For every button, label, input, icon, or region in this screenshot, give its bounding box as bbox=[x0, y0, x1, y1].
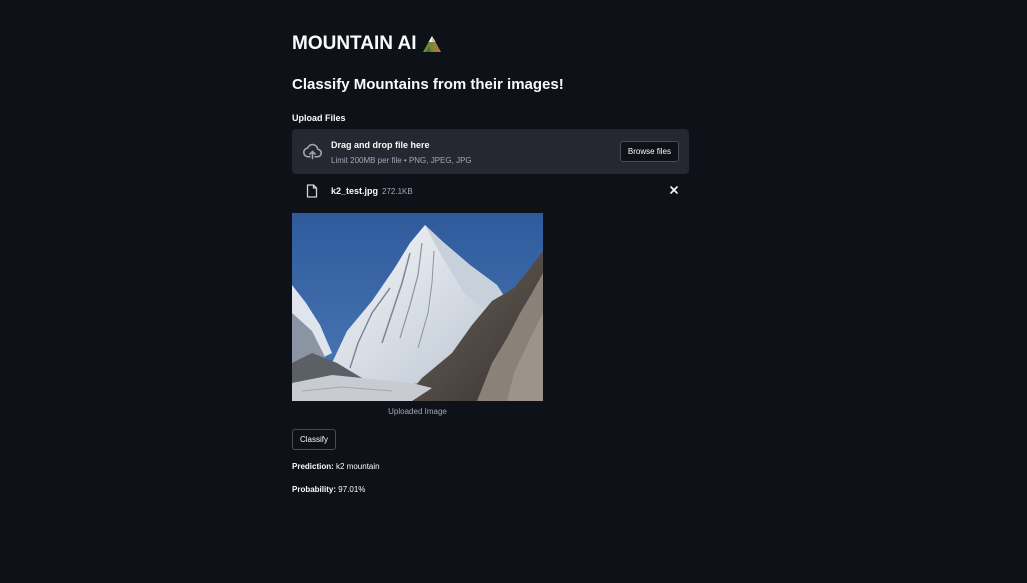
file-size: 272.1KB bbox=[382, 187, 413, 196]
classify-button[interactable]: Classify bbox=[292, 429, 337, 450]
page-title: MOUNTAIN AI bbox=[292, 33, 442, 55]
file-name: k2_test.jpg bbox=[331, 186, 379, 196]
close-icon bbox=[670, 186, 678, 194]
browse-files-button[interactable]: Browse files bbox=[619, 141, 679, 162]
file-icon bbox=[306, 184, 318, 198]
dropzone-title: Drag and drop file here bbox=[331, 140, 430, 150]
uploaded-image-figure bbox=[292, 213, 543, 401]
image-caption: Uploaded Image bbox=[388, 407, 447, 416]
page-title-text: MOUNTAIN AI bbox=[292, 33, 417, 54]
file-dropzone[interactable]: Drag and drop file here Limit 200MB per … bbox=[292, 129, 689, 174]
prediction-result: Prediction: k2 mountain bbox=[292, 461, 380, 472]
mountain-emoji-icon bbox=[422, 35, 442, 53]
prediction-label: Prediction: bbox=[292, 462, 334, 471]
dropzone-limit-text: Limit 200MB per file • PNG, JPEG, JPG bbox=[331, 156, 472, 165]
cloud-upload-icon bbox=[302, 141, 323, 162]
file-name-line: k2_test.jpg 272.1KB bbox=[331, 185, 413, 198]
remove-file-button[interactable] bbox=[667, 183, 681, 197]
uploaded-file-row: k2_test.jpg 272.1KB bbox=[292, 180, 689, 200]
prediction-value: k2 mountain bbox=[336, 462, 380, 471]
probability-label: Probability: bbox=[292, 485, 337, 494]
subtitle: Classify Mountains from their images! bbox=[292, 76, 564, 93]
upload-label: Upload Files bbox=[292, 113, 346, 123]
probability-result: Probability: 97.01% bbox=[292, 484, 365, 495]
probability-value: 97.01% bbox=[338, 485, 366, 494]
uploaded-mountain-image bbox=[292, 213, 543, 401]
